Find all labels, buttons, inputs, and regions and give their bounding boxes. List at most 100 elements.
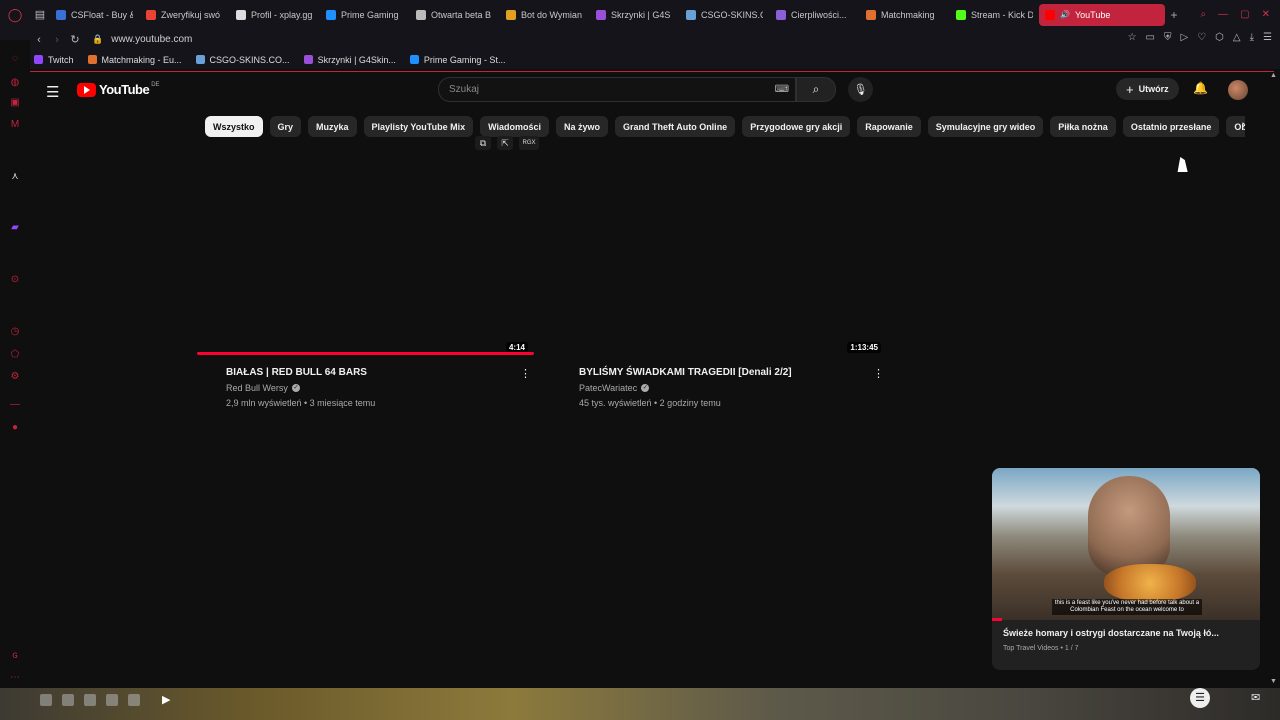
- history-icon[interactable]: ◷: [9, 326, 21, 338]
- search-button[interactable]: ⌕: [796, 77, 836, 102]
- more-sidebar-icon[interactable]: —: [9, 399, 21, 411]
- video-thumbnail[interactable]: [197, 163, 534, 353]
- messenger-icon[interactable]: ◍: [9, 77, 21, 89]
- video-thumbnail[interactable]: [550, 163, 887, 353]
- instagram-icon[interactable]: ▣: [9, 97, 21, 109]
- play-icon[interactable]: ▶: [162, 693, 170, 706]
- chip-0[interactable]: Wszystko: [205, 116, 263, 137]
- channel-name[interactable]: PatecWariatec ✓: [579, 383, 650, 393]
- tab-menu-icon[interactable]: ▤: [30, 0, 50, 29]
- keyboard-icon[interactable]: ⌨: [775, 84, 789, 95]
- youtube-logo[interactable]: YouTube DE: [77, 82, 160, 97]
- scroll-down-arrow[interactable]: ▼: [1270, 678, 1277, 685]
- mouse-cursor: [1177, 157, 1191, 172]
- opera-menu-icon[interactable]: ◯: [0, 0, 30, 29]
- taskbar-app-icon[interactable]: [40, 693, 52, 706]
- menu-icon[interactable]: ☰: [1190, 688, 1210, 708]
- bookmark-icon[interactable]: ☆: [1128, 32, 1137, 43]
- settings-icon[interactable]: ⚙: [9, 371, 21, 383]
- chip-5[interactable]: Na żywo: [556, 116, 609, 137]
- easy-setup-icon[interactable]: ☰: [1263, 32, 1272, 43]
- bookmark-item[interactable]: CSGO-SKINS.CO...: [195, 55, 290, 65]
- create-button[interactable]: + Utwórz: [1116, 78, 1179, 100]
- browser-tab[interactable]: Stream - Kick D: [950, 4, 1039, 26]
- pip-icon[interactable]: ⧉: [475, 136, 491, 150]
- browser-tab[interactable]: Zweryfikuj swó: [140, 4, 229, 26]
- chip-4[interactable]: Wiadomości: [480, 116, 550, 137]
- play-icon[interactable]: ▷: [1181, 32, 1189, 43]
- reload-button[interactable]: ↻: [66, 33, 84, 46]
- scroll-up-arrow[interactable]: ▲: [1270, 72, 1277, 79]
- chip-9[interactable]: Symulacyjne gry wideo: [927, 116, 1044, 137]
- more-options-icon[interactable]: ⋮: [520, 367, 531, 380]
- chip-1[interactable]: Gry: [269, 116, 302, 137]
- close-icon[interactable]: ✕: [1262, 9, 1270, 20]
- chip-10[interactable]: Piłka nożna: [1050, 116, 1116, 137]
- chip-11[interactable]: Ostatnio przesłane: [1122, 116, 1220, 137]
- bookmark-item[interactable]: Skrzynki | G4Skin...: [303, 55, 396, 65]
- twitch-icon[interactable]: ▰: [9, 222, 21, 234]
- browser-tab[interactable]: Bot do Wymian: [500, 4, 589, 26]
- more-options-icon[interactable]: ⋮: [873, 367, 884, 380]
- browser-tab[interactable]: CSGO-SKINS.C: [680, 4, 769, 26]
- search-tabs-icon[interactable]: ⌕: [1201, 9, 1207, 20]
- popout-icon[interactable]: ⇱: [497, 136, 513, 150]
- forward-button[interactable]: ›: [48, 34, 66, 46]
- verified-icon: ✓: [641, 384, 650, 392]
- mini-player[interactable]: this is a feast like you've never had be…: [992, 468, 1260, 670]
- rgx-button[interactable]: RGX: [519, 136, 539, 150]
- player-icon[interactable]: ⊙: [9, 274, 21, 286]
- search-input[interactable]: Szukaj ⌨: [438, 77, 796, 102]
- bookmark-item[interactable]: Matchmaking - Eu...: [87, 55, 182, 65]
- minimize-icon[interactable]: —: [1218, 9, 1228, 20]
- mini-player-title[interactable]: Świeże homary i ostrygi dostarczane na T…: [1003, 628, 1219, 638]
- maximize-icon[interactable]: ▢: [1240, 9, 1249, 20]
- taskbar-app-icon[interactable]: [106, 693, 118, 706]
- wallet-icon[interactable]: △: [1233, 32, 1241, 43]
- browser-tab[interactable]: Prime Gaming: [320, 4, 409, 26]
- workspaces-icon[interactable]: ⬠: [9, 349, 21, 361]
- browser-tab[interactable]: Matchmaking: [860, 4, 949, 26]
- browser-tab[interactable]: Profil - xplay.gg: [230, 4, 319, 26]
- chip-8[interactable]: Rapowanie: [857, 116, 921, 137]
- voice-search-button[interactable]: 🎙: [848, 77, 873, 102]
- xplay-icon[interactable]: ⋏: [9, 171, 21, 183]
- shield-icon[interactable]: ⛨: [1164, 32, 1172, 43]
- bookmark-item[interactable]: Prime Gaming - St...: [409, 55, 505, 65]
- download-icon[interactable]: ⤓: [1250, 32, 1254, 43]
- chevron-right-icon[interactable]: ›: [1242, 119, 1246, 131]
- browser-tab[interactable]: CSFloat - Buy &: [50, 4, 139, 26]
- mail-icon[interactable]: ✉: [1251, 691, 1260, 704]
- taskbar-app-icon[interactable]: [128, 693, 140, 706]
- browser-tab[interactable]: Otwarta beta B: [410, 4, 499, 26]
- chip-2[interactable]: Muzyka: [308, 116, 357, 137]
- mini-player-progress[interactable]: [992, 618, 1002, 621]
- new-tab-button[interactable]: +: [1165, 8, 1183, 22]
- url-field[interactable]: 🔒 www.youtube.com: [92, 34, 192, 45]
- notifications-sidebar-icon[interactable]: ●: [9, 422, 21, 434]
- video-title[interactable]: BIAŁAS | RED BULL 64 BARS: [226, 367, 367, 378]
- heart-icon[interactable]: ♡: [1197, 32, 1206, 43]
- menu-icon[interactable]: ☰: [46, 83, 59, 101]
- taskbar-app-icon[interactable]: [62, 693, 74, 706]
- avatar[interactable]: [1228, 80, 1248, 100]
- tab-youtube[interactable]: 🔊 YouTube: [1039, 3, 1165, 26]
- channel-name[interactable]: Red Bull Wersy ✓: [226, 383, 300, 393]
- snapshot-icon[interactable]: ▭: [1146, 32, 1155, 43]
- chip-6[interactable]: Grand Theft Auto Online: [615, 116, 736, 137]
- extensions-icon[interactable]: ⬡: [1215, 32, 1224, 43]
- video-title[interactable]: BYLIŚMY ŚWIADKAMI TRAGEDII [Denali 2/2]: [579, 367, 792, 378]
- bookmark-item[interactable]: Twitch: [34, 55, 74, 65]
- chip-3[interactable]: Playlisty YouTube Mix: [363, 116, 474, 137]
- browser-tab[interactable]: Cierpliwości...: [770, 4, 859, 26]
- gmail-icon[interactable]: M: [9, 119, 21, 131]
- back-button[interactable]: ‹: [30, 34, 48, 46]
- gx-corner-icon[interactable]: ɢ: [9, 650, 21, 662]
- mini-player-video[interactable]: this is a feast like you've never had be…: [992, 468, 1260, 621]
- taskbar-app-icon[interactable]: [84, 693, 96, 706]
- sidebar-more-icon[interactable]: ⋯: [9, 672, 21, 684]
- aria-icon[interactable]: ◌: [9, 53, 21, 65]
- bell-icon[interactable]: 🔔: [1193, 81, 1208, 95]
- chip-7[interactable]: Przygodowe gry akcji: [742, 116, 851, 137]
- browser-tab[interactable]: Skrzynki | G4S: [590, 4, 679, 26]
